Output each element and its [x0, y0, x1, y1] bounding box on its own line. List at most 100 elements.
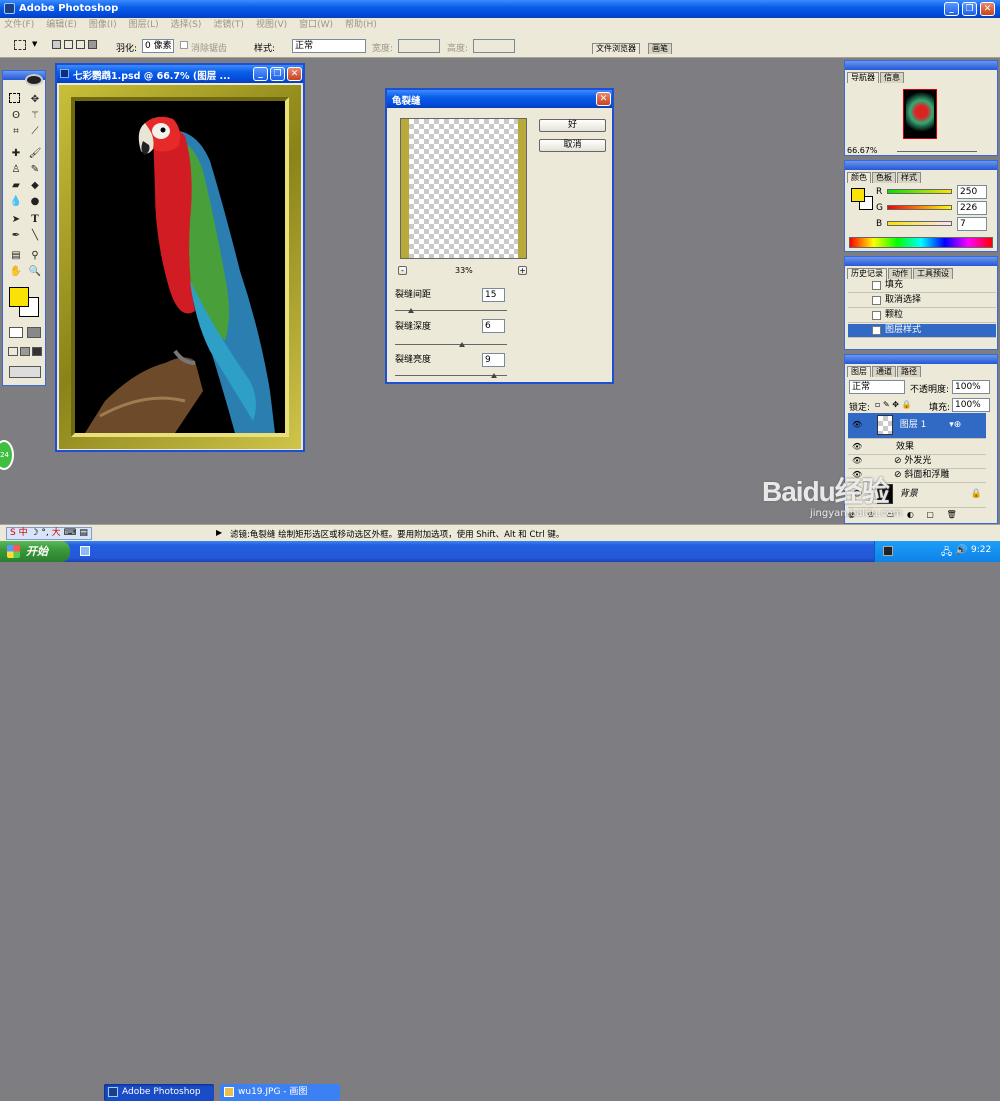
- menu-item[interactable]: 窗口(W): [299, 20, 333, 30]
- magic-wand-icon[interactable]: ⚚: [28, 109, 42, 123]
- menu-item[interactable]: 编辑(E): [46, 20, 77, 30]
- color-spectrum-bar[interactable]: [849, 237, 993, 248]
- marquee-tool-icon[interactable]: [14, 40, 26, 50]
- dodge-icon[interactable]: ●: [28, 195, 42, 209]
- adobe-eye-icon[interactable]: [25, 74, 43, 86]
- b-slider[interactable]: [887, 221, 952, 226]
- filter-preview[interactable]: [400, 118, 527, 259]
- style-select[interactable]: 正常: [292, 39, 366, 53]
- zoom-in-button[interactable]: +: [518, 266, 527, 275]
- tab-navigator[interactable]: 导航器: [847, 72, 879, 83]
- width-input[interactable]: [398, 39, 440, 53]
- quicklaunch-icon[interactable]: [80, 546, 90, 556]
- crack-spacing-thumb[interactable]: [407, 308, 414, 313]
- quickmask-mode-icon[interactable]: [27, 327, 41, 338]
- menu-item[interactable]: 图像(I): [89, 20, 117, 30]
- crack-depth-slider[interactable]: [395, 342, 507, 347]
- doc-minimize-button[interactable]: _: [253, 67, 268, 81]
- foreground-color-swatch[interactable]: [9, 287, 29, 307]
- navigator-zoom[interactable]: 66.67%: [847, 146, 878, 155]
- lasso-icon[interactable]: ʘ: [9, 109, 23, 123]
- new-selection-icon[interactable]: [52, 40, 61, 49]
- layer-row-selected[interactable]: 👁 图层 1 ▾⊕: [848, 413, 986, 439]
- crack-spacing-slider[interactable]: [395, 308, 507, 313]
- clone-stamp-icon[interactable]: ♙: [9, 163, 23, 177]
- tab-swatches[interactable]: 色板: [872, 172, 896, 183]
- navigator-zoom-slider[interactable]: [897, 151, 977, 152]
- doc-close-button[interactable]: ✕: [287, 67, 302, 81]
- eraser-icon[interactable]: ▰: [9, 179, 23, 193]
- zoom-out-button[interactable]: -: [398, 266, 407, 275]
- minimize-button[interactable]: _: [944, 2, 959, 16]
- visibility-eye-icon[interactable]: 👁: [852, 440, 864, 453]
- path-select-icon[interactable]: ➤: [9, 213, 23, 227]
- visibility-eye-icon[interactable]: 👁: [852, 454, 864, 467]
- tab-info[interactable]: 信息: [880, 72, 904, 83]
- network-icon[interactable]: 🖧: [941, 545, 952, 562]
- line-icon[interactable]: ╲: [28, 229, 42, 243]
- navigator-preview[interactable]: [903, 89, 937, 139]
- intersect-selection-icon[interactable]: [88, 40, 97, 49]
- brush-icon[interactable]: 🖌: [28, 147, 42, 161]
- history-brush-icon[interactable]: ✎: [28, 163, 42, 177]
- tab-brushes[interactable]: 画笔: [648, 43, 672, 54]
- cancel-button[interactable]: 取消: [539, 139, 606, 152]
- healing-brush-icon[interactable]: ✚: [9, 147, 23, 161]
- crop-icon[interactable]: ⌗: [9, 125, 23, 139]
- tray-app-icon[interactable]: [883, 546, 893, 556]
- height-input[interactable]: [473, 39, 515, 53]
- hand-icon[interactable]: ✋: [9, 265, 23, 279]
- close-button[interactable]: ✕: [980, 2, 995, 16]
- history-item-selected[interactable]: 图层样式: [848, 324, 996, 338]
- zoom-icon[interactable]: 🔍: [28, 265, 42, 279]
- eyedropper-icon[interactable]: ⚲: [28, 249, 42, 263]
- effects-row[interactable]: 👁 效果: [848, 440, 986, 455]
- notification-badge[interactable]: 24: [0, 440, 14, 470]
- r-slider[interactable]: [887, 189, 952, 194]
- history-item[interactable]: 填充: [848, 279, 996, 293]
- chevron-down-icon[interactable]: ▼: [32, 40, 37, 48]
- crack-depth-thumb[interactable]: [459, 342, 466, 347]
- history-item[interactable]: 颗粒: [848, 309, 996, 323]
- crack-brightness-slider[interactable]: [395, 373, 507, 378]
- standard-mode-icon[interactable]: [9, 327, 23, 338]
- menu-item[interactable]: 帮助(H): [345, 20, 377, 30]
- menu-item[interactable]: 文件(F): [4, 20, 34, 30]
- restore-button[interactable]: ❐: [962, 2, 977, 16]
- effect-outer-glow[interactable]: 👁 ⊘ 外发光: [848, 454, 986, 469]
- tab-history[interactable]: 历史记录: [847, 268, 887, 279]
- subtract-selection-icon[interactable]: [76, 40, 85, 49]
- taskbar-item-photoshop[interactable]: Adobe Photoshop: [104, 1084, 214, 1101]
- g-slider[interactable]: [887, 205, 952, 210]
- move-icon[interactable]: ✥: [28, 93, 42, 107]
- g-input[interactable]: 226: [957, 201, 987, 215]
- antialias-checkbox[interactable]: [180, 41, 188, 49]
- tab-styles[interactable]: 样式: [897, 172, 921, 183]
- marquee-icon[interactable]: [9, 93, 20, 103]
- fill-input[interactable]: 100%: [952, 398, 990, 412]
- screen-mode-1-icon[interactable]: [8, 347, 18, 356]
- blend-mode-select[interactable]: 正常: [849, 380, 905, 394]
- screen-mode-3-icon[interactable]: [32, 347, 42, 356]
- paint-bucket-icon[interactable]: ◆: [28, 179, 42, 193]
- tab-file-browser[interactable]: 文件浏览器: [592, 43, 640, 54]
- b-input[interactable]: 7: [957, 217, 987, 231]
- crack-spacing-input[interactable]: 15: [482, 288, 505, 302]
- menu-item[interactable]: 视图(V): [256, 20, 287, 30]
- r-input[interactable]: 250: [957, 185, 987, 199]
- type-icon[interactable]: T: [28, 213, 42, 227]
- notes-icon[interactable]: ▤: [9, 249, 23, 263]
- dialog-close-button[interactable]: ✕: [596, 92, 611, 106]
- slice-icon[interactable]: ⟋: [28, 125, 42, 139]
- ok-button[interactable]: 好: [539, 119, 606, 132]
- tab-tool-presets[interactable]: 工具预设: [913, 268, 953, 279]
- blur-icon[interactable]: 💧: [9, 195, 23, 209]
- tab-actions[interactable]: 动作: [888, 268, 912, 279]
- start-button[interactable]: 开始: [0, 541, 70, 562]
- tab-color[interactable]: 颜色: [847, 172, 871, 183]
- volume-icon[interactable]: 🔊: [955, 545, 967, 556]
- crack-brightness-thumb[interactable]: [490, 373, 497, 378]
- ime-toolbar[interactable]: S 中 ☽ °, 大 ⌨ ▤: [6, 527, 92, 540]
- canvas-frame[interactable]: [59, 85, 301, 449]
- visibility-eye-icon[interactable]: 👁: [852, 413, 864, 437]
